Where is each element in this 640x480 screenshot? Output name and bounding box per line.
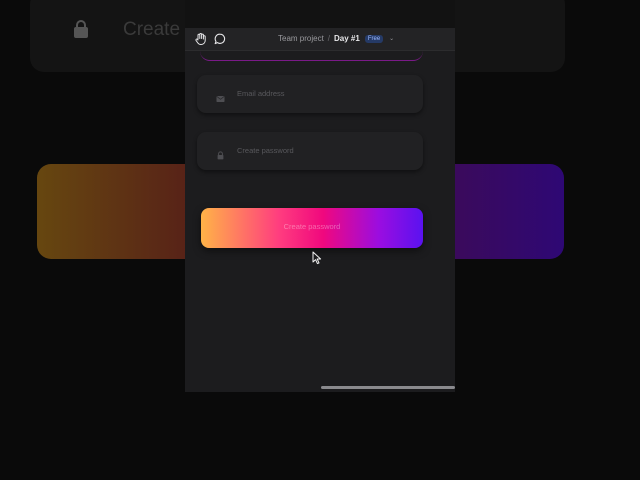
lock-icon <box>74 20 88 38</box>
panel-header-area <box>185 0 455 28</box>
horizontal-scrollbar[interactable] <box>321 386 455 389</box>
email-field[interactable]: Email address <box>197 75 423 113</box>
partial-input-field[interactable] <box>200 41 423 61</box>
cursor-arrow-icon <box>312 251 322 265</box>
mail-icon <box>216 90 225 102</box>
create-password-button-label: Create password <box>283 222 341 231</box>
app-panel: Team project / Day #1 Free ⌄ Email addre… <box>185 0 455 392</box>
create-password-button[interactable]: Create password <box>201 208 423 248</box>
password-field[interactable]: Create password <box>197 132 423 170</box>
lock-icon <box>216 147 225 160</box>
email-placeholder: Email address <box>237 89 285 98</box>
password-placeholder: Create password <box>237 146 294 155</box>
